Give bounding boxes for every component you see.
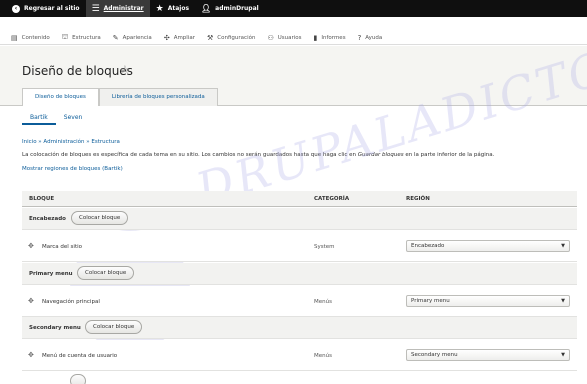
shortcuts-label: Atajos [167, 5, 190, 12]
header-category: CATEGORÍA [314, 196, 350, 202]
primary-tabs: Diseño de bloques Librería de bloques pe… [22, 88, 218, 107]
user-tab[interactable]: 👤︎ adminDrupal [195, 0, 265, 17]
drag-handle-icon[interactable]: ✥ [28, 351, 34, 359]
tray-item-extend[interactable]: ✣ Ampliar [164, 34, 207, 42]
brush-icon: ✎ [112, 33, 119, 42]
puzzle-icon: ✣ [163, 33, 170, 42]
shortcuts-tab[interactable]: ★ Atajos [150, 0, 195, 17]
header-block: BLOQUE [29, 196, 55, 202]
tray-item-label: Configuración [217, 34, 256, 41]
manage-tab[interactable]: ☰ Administrar [85, 0, 150, 17]
admin-tray: ▤ Contenido ⛫ Estructura ✎ Apariencia ✣ … [0, 31, 587, 45]
block-name: Menú de cuenta de usuario [42, 353, 118, 359]
table-header: BLOQUE CATEGORÍA REGIÓN [22, 191, 577, 207]
help-icon: ? [357, 33, 362, 42]
wrench-icon: ⚒ [207, 33, 214, 42]
tray-item-label: Ayuda [365, 34, 383, 41]
theme-tabs: Bartik Seven [22, 113, 90, 125]
tray-item-configuration[interactable]: ⚒ Configuración [207, 34, 267, 42]
user-icon: 👤︎ [201, 4, 212, 13]
tray-item-label: Informes [321, 34, 346, 41]
region-name: Primary menu [29, 271, 73, 277]
block-name: Navegación principal [42, 299, 100, 305]
tray-item-label: Ampliar [173, 34, 195, 41]
header-region: REGIÓN [406, 196, 430, 202]
chevron-down-icon: ▼ [561, 298, 565, 304]
table-row: ✥ Menú de cuenta de usuario Menús Second… [22, 340, 577, 371]
place-block-button[interactable]: Colocar bloque [71, 211, 129, 225]
shortcut-star-icon[interactable]: ☆ [120, 63, 130, 76]
region-row-secondary-menu: Secondary menu Colocar bloque [22, 317, 577, 339]
document-icon: ▤ [11, 33, 18, 42]
block-name: Marca del sitio [42, 244, 82, 250]
tray-item-structure[interactable]: ⛫ Estructura [62, 33, 113, 42]
show-regions-link[interactable]: Mostrar regiones de bloques (Bartik) [22, 166, 123, 172]
region-row-primary-menu: Primary menu Colocar bloque [22, 263, 577, 285]
region-select[interactable]: Secondary menu ▼ [406, 349, 570, 361]
back-to-site-label: Regresar al sitio [24, 5, 80, 12]
tray-item-label: Usuarios [277, 34, 302, 41]
users-icon: ⚇ [267, 33, 274, 42]
place-block-button[interactable] [70, 374, 86, 384]
block-category: Menús [314, 299, 332, 305]
tray-item-label: Apariencia [122, 34, 152, 41]
manage-label: Administrar [103, 5, 144, 12]
tray-item-people[interactable]: ⚇ Usuarios [267, 34, 313, 42]
page-title: Diseño de bloques [22, 64, 133, 78]
tray-item-reports[interactable]: ▮ Informes [314, 34, 358, 42]
tray-item-label: Estructura [72, 34, 101, 41]
table-row: ✥ Navegación principal Menús Primary men… [22, 286, 577, 317]
region-name: Secondary menu [29, 325, 81, 331]
region-name: Encabezado [29, 216, 66, 222]
place-block-button[interactable]: Colocar bloque [77, 266, 135, 280]
tab-block-layout[interactable]: Diseño de bloques [22, 88, 99, 107]
back-to-site-link[interactable]: ‹ Regresar al sitio [6, 0, 86, 17]
star-icon: ★ [155, 3, 164, 14]
place-block-button[interactable]: Colocar bloque [85, 320, 143, 334]
region-select[interactable]: Encabezado ▼ [406, 240, 570, 252]
user-label: adminDrupal [215, 5, 259, 12]
region-select-value: Primary menu [411, 298, 450, 304]
hamburger-icon: ☰ [91, 3, 100, 14]
structure-icon: ⛫ [61, 33, 69, 41]
region-select-value: Encabezado [411, 243, 445, 249]
block-category: Menús [314, 353, 332, 359]
tray-item-help[interactable]: ? Ayuda [358, 34, 395, 42]
toolbar-bar: ‹ Regresar al sitio ☰ Administrar ★ Ataj… [0, 0, 587, 17]
region-select[interactable]: Primary menu ▼ [406, 295, 570, 307]
help-text-end: en la parte inferior de la página. [403, 152, 495, 158]
breadcrumb[interactable]: Inicio » Administración » Estructura [22, 139, 120, 145]
chevron-down-icon: ▼ [561, 243, 565, 249]
table-row: ✥ Marca del sitio System Encabezado ▼ [22, 231, 577, 262]
region-row-header: Encabezado Colocar bloque [22, 208, 577, 230]
tab-seven[interactable]: Seven [56, 113, 91, 125]
tray-item-appearance[interactable]: ✎ Apariencia [113, 34, 164, 42]
tab-custom-block-library[interactable]: Librería de bloques personalizada [98, 88, 218, 106]
region-select-value: Secondary menu [411, 352, 458, 358]
drag-handle-icon[interactable]: ✥ [28, 297, 34, 305]
back-arrow-icon: ‹ [12, 4, 20, 13]
chevron-down-icon: ▼ [561, 352, 565, 358]
tray-item-content[interactable]: ▤ Contenido [11, 34, 62, 42]
drag-handle-icon[interactable]: ✥ [28, 242, 34, 250]
bar-chart-icon: ▮ [313, 33, 318, 42]
tray-item-label: Contenido [21, 34, 50, 41]
tab-bartik[interactable]: Bartik [22, 113, 56, 125]
block-category: System [314, 244, 335, 250]
